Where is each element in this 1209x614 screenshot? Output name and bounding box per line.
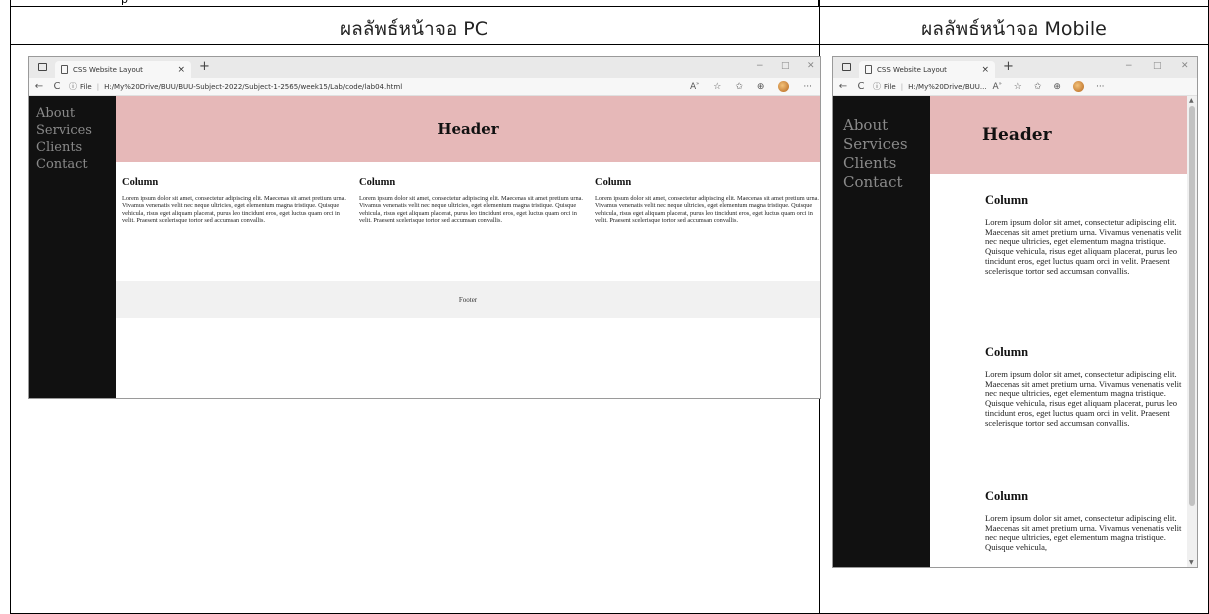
column-text: Lorem ipsum dolor sit amet, consectetur …: [359, 194, 584, 225]
content-column: Column Lorem ipsum dolor sit amet, conse…: [985, 193, 1190, 277]
column-text: Lorem ipsum dolor sit amet, consectetur …: [985, 368, 1182, 428]
scroll-up-icon[interactable]: ▲: [1189, 97, 1194, 104]
back-icon[interactable]: ←: [33, 81, 45, 92]
nav-link-contact[interactable]: Contact: [36, 156, 116, 173]
column-text: Lorem ipsum dolor sit amet, consectetur …: [985, 512, 1182, 553]
file-label: File: [884, 82, 896, 91]
pc-result-heading: ผลลัพธ์หน้าจอ PC: [339, 18, 489, 40]
minimize-icon[interactable]: −: [1125, 61, 1133, 71]
content-column: Column Lorem ipsum dolor sit amet, conse…: [122, 177, 347, 225]
maximize-icon[interactable]: □: [1153, 61, 1162, 71]
page-viewport: About Services Clients Contact Header Co…: [833, 96, 1197, 567]
nav-link-clients[interactable]: Clients: [843, 154, 930, 173]
address-bar: ← C ⓘ File | H:/My%20Drive/BUU... A» ☆ ✩…: [833, 78, 1197, 96]
nav-link-services[interactable]: Services: [843, 135, 930, 154]
new-tab-icon[interactable]: +: [1003, 59, 1014, 74]
column-title: Column: [122, 177, 159, 188]
sidebar-nav: About Services Clients Contact: [29, 96, 116, 398]
column-text: Lorem ipsum dolor sit amet, consectetur …: [985, 216, 1182, 276]
page-icon: [865, 65, 872, 74]
close-window-icon[interactable]: ✕: [1181, 61, 1189, 71]
favorite-add-icon[interactable]: ☆: [713, 82, 721, 92]
content-column: Column Lorem ipsum dolor sit amet, conse…: [359, 177, 584, 225]
read-aloud-icon[interactable]: A»: [993, 81, 1002, 92]
column-title: Column: [985, 489, 1029, 503]
column-text: Lorem ipsum dolor sit amet, consectetur …: [122, 194, 347, 225]
scroll-down-icon[interactable]: ▼: [1189, 559, 1194, 566]
browser-tab[interactable]: CSS Website Layout ×: [859, 61, 995, 78]
favorites-icon[interactable]: ✩: [735, 82, 743, 92]
info-icon[interactable]: ⓘ: [873, 81, 881, 92]
browser-toolbar: A» ☆ ✩ ⊕ ···: [690, 81, 820, 92]
column-title: Column: [985, 193, 1029, 207]
url-text[interactable]: H:/My%20Drive/BUU/BUU-Subject-2022/Subje…: [104, 83, 402, 91]
nav-link-about[interactable]: About: [36, 105, 116, 122]
vertical-scrollbar[interactable]: ▲ ▼: [1187, 96, 1197, 567]
minimize-icon[interactable]: −: [756, 61, 764, 71]
tab-close-icon[interactable]: ×: [177, 65, 185, 75]
close-window-icon[interactable]: ✕: [807, 61, 815, 71]
column-title: Column: [985, 345, 1029, 359]
sidebar-nav: About Services Clients Contact: [833, 96, 930, 567]
column-title: Column: [595, 177, 632, 188]
tab-strip: CSS Website Layout × + − □ ✕: [29, 57, 820, 78]
address-separator: |: [900, 82, 904, 91]
tab-close-icon[interactable]: ×: [981, 65, 989, 75]
mobile-browser-window: CSS Website Layout × + − □ ✕ ← C ⓘ File …: [832, 56, 1198, 568]
info-icon[interactable]: ⓘ: [69, 81, 77, 92]
site-header: Header: [116, 96, 820, 162]
column-text: Lorem ipsum dolor sit amet, consectetur …: [595, 194, 820, 225]
content-column: Column Lorem ipsum dolor sit amet, conse…: [595, 177, 820, 225]
new-tab-icon[interactable]: +: [199, 59, 210, 74]
browser-tab[interactable]: CSS Website Layout ×: [55, 61, 191, 78]
more-icon[interactable]: ···: [1096, 82, 1105, 92]
address-separator: |: [96, 82, 100, 91]
browser-toolbar: A» ☆ ✩ ⊕ ···: [993, 81, 1113, 92]
nav-link-contact[interactable]: Contact: [843, 173, 930, 192]
site-header: Header: [930, 96, 1187, 174]
site-footer: Footer: [116, 281, 820, 318]
nav-link-clients[interactable]: Clients: [36, 139, 116, 156]
content-column: Column Lorem ipsum dolor sit amet, conse…: [985, 489, 1190, 553]
window-menu-icon[interactable]: [38, 63, 47, 71]
url-text[interactable]: H:/My%20Drive/BUU...: [908, 83, 986, 91]
reload-icon[interactable]: C: [51, 81, 63, 92]
tab-title: CSS Website Layout: [877, 65, 947, 74]
address-bar: ← C ⓘ File | H:/My%20Drive/BUU/BUU-Subje…: [29, 78, 820, 96]
nav-link-about[interactable]: About: [843, 116, 930, 135]
header-row-divider: [11, 44, 1208, 45]
profile-avatar[interactable]: [778, 81, 790, 92]
favorites-icon[interactable]: ✩: [1034, 82, 1042, 92]
collections-icon[interactable]: ⊕: [1053, 82, 1061, 92]
page-icon: [61, 65, 68, 74]
column-title: Column: [359, 177, 396, 188]
collections-icon[interactable]: ⊕: [757, 82, 765, 92]
maximize-icon[interactable]: □: [781, 61, 790, 71]
mobile-result-heading: ผลลัพธ์หน้าจอ Mobile: [921, 18, 1107, 40]
favorite-add-icon[interactable]: ☆: [1014, 82, 1022, 92]
read-aloud-icon[interactable]: A»: [690, 81, 699, 92]
tab-title: CSS Website Layout: [73, 65, 143, 74]
nav-link-services[interactable]: Services: [36, 122, 116, 139]
window-menu-icon[interactable]: [842, 63, 851, 71]
more-icon[interactable]: ···: [803, 82, 812, 92]
tab-strip: CSS Website Layout × + − □ ✕: [833, 57, 1197, 78]
content-column: Column Lorem ipsum dolor sit amet, conse…: [985, 345, 1190, 429]
reload-icon[interactable]: C: [855, 81, 867, 92]
back-icon[interactable]: ←: [837, 81, 849, 92]
profile-avatar[interactable]: [1072, 81, 1084, 92]
pc-browser-window: CSS Website Layout × + − □ ✕ ← C ⓘ File …: [28, 56, 821, 399]
file-label: File: [80, 82, 92, 91]
scroll-thumb[interactable]: [1189, 106, 1195, 506]
page-viewport: About Services Clients Contact Header Co…: [29, 96, 820, 398]
